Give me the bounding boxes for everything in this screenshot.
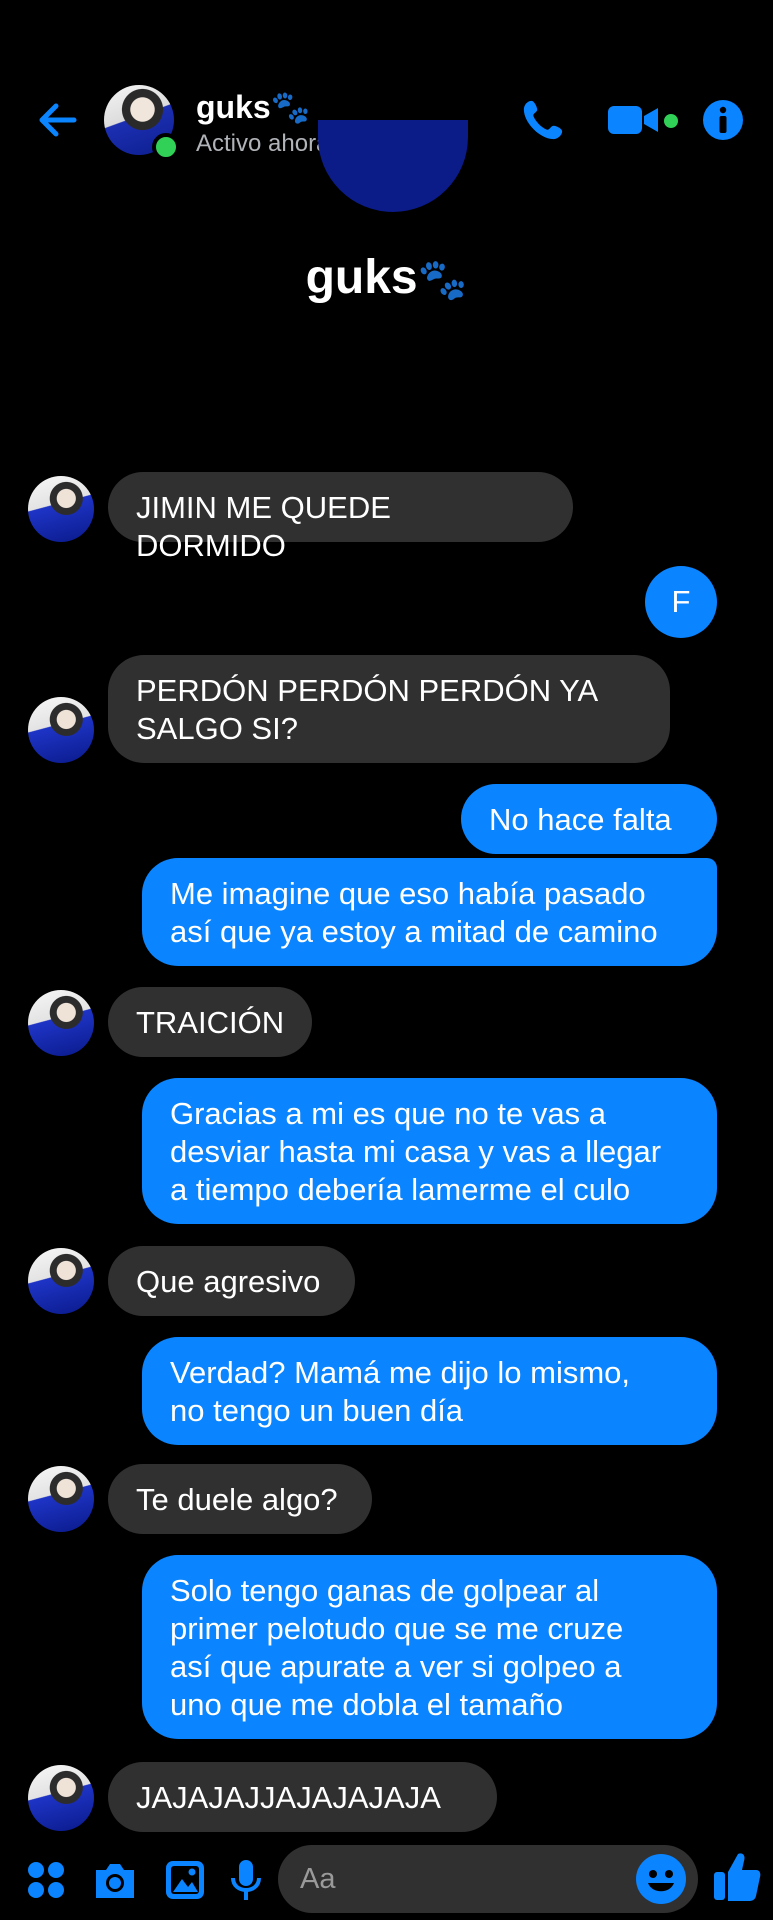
phone-icon[interactable]: [520, 98, 566, 142]
message-input[interactable]: Aa: [278, 1845, 698, 1913]
message-bubble[interactable]: Solo tengo ganas de golpear al primer pe…: [142, 1555, 717, 1739]
avatar[interactable]: [28, 990, 94, 1056]
message-bubble[interactable]: Verdad? Mamá me dijo lo mismo, no tengo …: [142, 1337, 717, 1445]
profile-photo[interactable]: [318, 120, 468, 212]
online-indicator: [152, 133, 180, 161]
microphone-icon[interactable]: [230, 1858, 262, 1902]
avatar[interactable]: [28, 1765, 94, 1831]
avatar[interactable]: [28, 476, 94, 542]
message-bubble[interactable]: JIMIN ME QUEDE DORMIDO: [108, 472, 573, 563]
message-input-placeholder: Aa: [300, 1863, 336, 1895]
avatar[interactable]: [28, 697, 94, 763]
message-bubble[interactable]: JAJAJAJJAJAJAJAJA: [108, 1762, 497, 1832]
gallery-icon[interactable]: [164, 1858, 206, 1902]
avatar[interactable]: [28, 1466, 94, 1532]
emoji-icon[interactable]: [634, 1852, 688, 1906]
message-bubble[interactable]: TRAICIÓN: [108, 987, 312, 1057]
avatar[interactable]: [104, 85, 180, 161]
profile-name: guks🐾: [0, 250, 773, 305]
info-icon[interactable]: [702, 98, 744, 142]
message-composer: Aa: [0, 1840, 773, 1920]
profile-name-text: guks: [305, 251, 418, 304]
message-bubble[interactable]: No hace falta: [461, 784, 717, 854]
thumbs-up-icon[interactable]: [712, 1850, 762, 1904]
contact-status: Activo ahora: [196, 130, 330, 157]
contact-name[interactable]: guks🐾: [196, 88, 311, 126]
online-indicator-small: [664, 114, 678, 128]
message-bubble[interactable]: Me imagine que eso había pasado así que …: [142, 858, 717, 966]
message-bubble[interactable]: F: [645, 566, 717, 638]
message-bubble[interactable]: PERDÓN PERDÓN PERDÓN YA SALGO SI?: [108, 655, 670, 763]
paw-emoji: 🐾: [417, 258, 468, 302]
avatar[interactable]: [28, 1248, 94, 1314]
menu-grid-icon[interactable]: [26, 1858, 66, 1902]
video-icon[interactable]: [606, 98, 662, 142]
camera-icon[interactable]: [92, 1858, 138, 1902]
message-bubble[interactable]: Gracias a mi es que no te vas a desviar …: [142, 1078, 717, 1224]
message-bubble[interactable]: Te duele algo?: [108, 1464, 372, 1534]
back-arrow-icon[interactable]: [34, 96, 82, 144]
message-bubble[interactable]: Que agresivo: [108, 1246, 355, 1316]
